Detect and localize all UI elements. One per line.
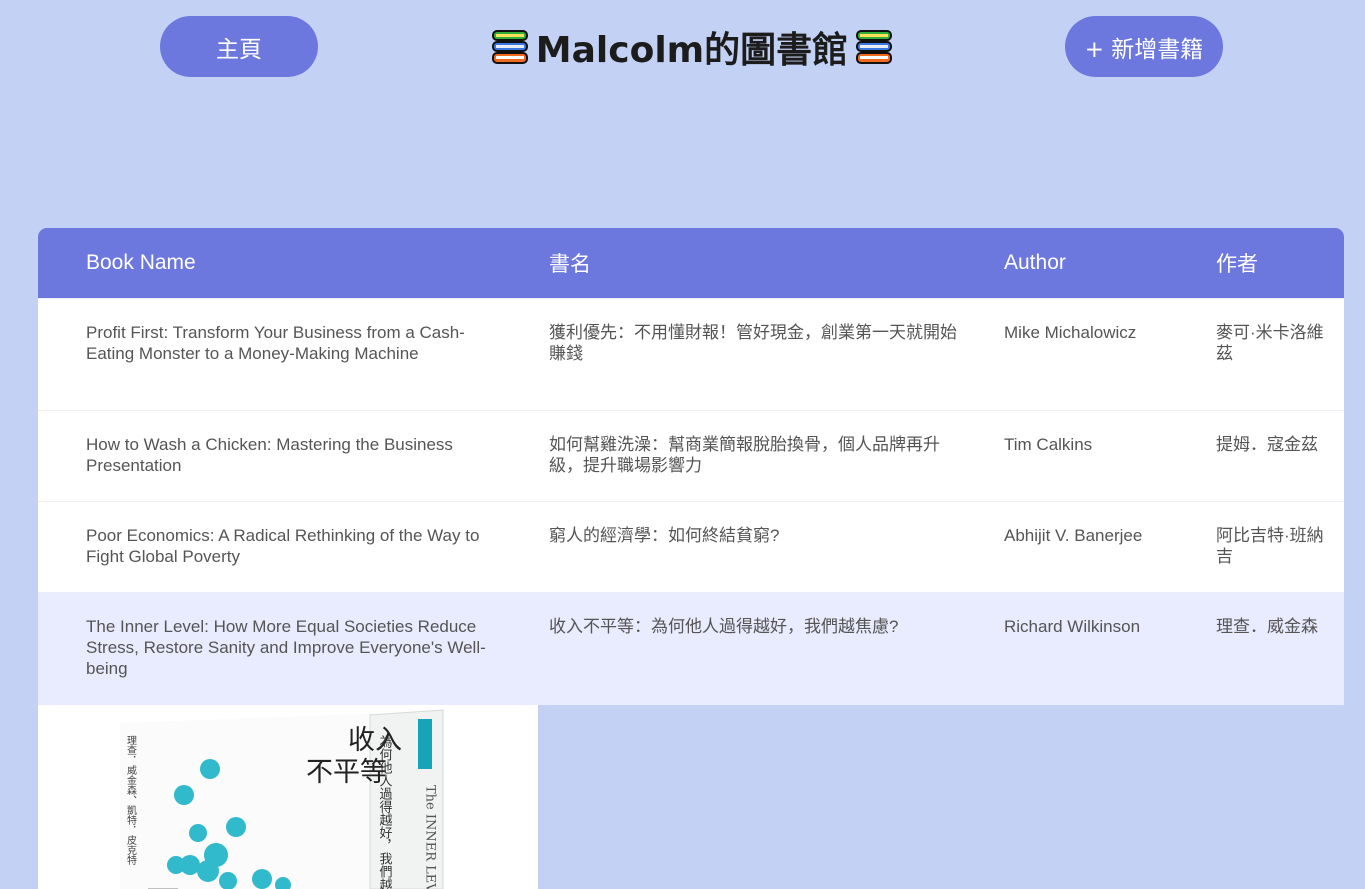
author-zh-cell: 理查．威金森 xyxy=(1216,592,1344,705)
title-zh-cell: 收入不平等：為何他人過得越好，我們越焦慮? xyxy=(549,592,1004,705)
home-button[interactable]: 主頁 xyxy=(160,16,318,77)
books-table: Book Name 書名 Author 作者 Profit First: Tra… xyxy=(38,228,1344,705)
table-header-row: Book Name 書名 Author 作者 xyxy=(38,228,1344,299)
cover-title-line1: 收入 xyxy=(348,725,402,756)
book-name-cell: The Inner Level: How More Equal Societie… xyxy=(38,592,549,705)
author-cell: Mike Michalowicz xyxy=(1004,298,1216,411)
add-book-button[interactable]: + 新增書籍 xyxy=(1065,16,1223,77)
site-title: Malcolm的圖書館 xyxy=(478,22,906,72)
table-row[interactable]: How to Wash a Chicken: Mastering the Bus… xyxy=(38,410,1344,502)
books-icon xyxy=(856,30,893,64)
book-cover-preview: 收入 不平等 為何他人過得越好，我們越焦慮? The INNER LEVEL 理… xyxy=(38,705,538,889)
books-table-container: Book Name 書名 Author 作者 Profit First: Tra… xyxy=(38,228,1344,705)
page-title: Malcolm的圖書館 xyxy=(535,30,849,71)
title-zh-cell: 窮人的經濟學：如何終結貧窮? xyxy=(549,501,1004,593)
table-row-selected[interactable]: The Inner Level: How More Equal Societie… xyxy=(38,592,1344,705)
column-header-title-zh: 書名 xyxy=(549,228,1004,299)
title-zh-cell: 如何幫雞洗澡：幫商業簡報脫胎換骨，個人品牌再升級，提升職場影響力 xyxy=(549,410,1004,502)
author-cell: Abhijit V. Banerjee xyxy=(1004,501,1216,593)
title-zh-cell: 獲利優先：不用懂財報！管好現金，創業第一天就開始賺錢 xyxy=(549,298,1004,411)
cover-spine-english: The INNER LEVEL xyxy=(423,785,438,889)
author-cell: Richard Wilkinson xyxy=(1004,592,1216,705)
book-name-cell: How to Wash a Chicken: Mastering the Bus… xyxy=(38,410,549,502)
cover-spine-text: 為何他人過得越好，我們越焦慮? xyxy=(377,734,393,889)
home-button-label: 主頁 xyxy=(216,36,262,63)
books-icon xyxy=(491,30,528,64)
author-zh-cell: 提姆．寇金茲 xyxy=(1216,410,1344,502)
book-name-cell: Profit First: Transform Your Business fr… xyxy=(38,298,549,411)
column-header-author-zh: 作者 xyxy=(1216,228,1344,299)
column-header-author: Author xyxy=(1004,228,1216,299)
author-cell: Tim Calkins xyxy=(1004,410,1216,502)
cover-author-text: 理查．威金森、凱特．皮克特 xyxy=(125,735,137,865)
add-book-button-label: + 新增書籍 xyxy=(1084,36,1204,63)
cover-title-line2: 不平等 xyxy=(306,757,387,788)
spine-badge xyxy=(418,719,432,769)
author-zh-cell: 阿比吉特·班納吉 xyxy=(1216,501,1344,593)
column-header-book-name: Book Name xyxy=(38,228,549,299)
book-cover-image: 收入 不平等 為何他人過得越好，我們越焦慮? The INNER LEVEL 理… xyxy=(120,709,444,889)
table-row[interactable]: Profit First: Transform Your Business fr… xyxy=(38,298,1344,411)
table-row[interactable]: Poor Economics: A Radical Rethinking of … xyxy=(38,501,1344,593)
author-zh-cell: 麥可·米卡洛維茲 xyxy=(1216,298,1344,411)
book-name-cell: Poor Economics: A Radical Rethinking of … xyxy=(38,501,549,593)
